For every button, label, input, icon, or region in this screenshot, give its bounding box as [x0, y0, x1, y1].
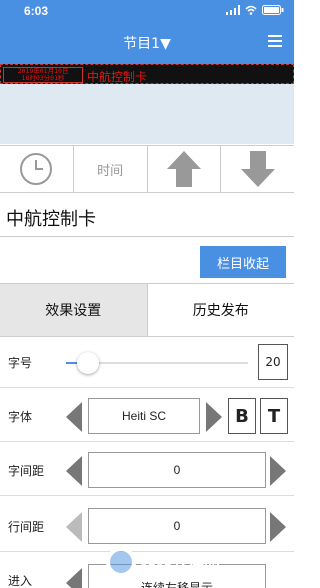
move-up-button[interactable] — [148, 146, 222, 192]
move-down-button[interactable] — [221, 146, 294, 192]
collapse-button[interactable]: 栏目收起 — [200, 246, 286, 278]
watermark-logo: 西西软件园 CR173.COM — [106, 542, 286, 582]
wifi-icon — [245, 5, 257, 15]
led-preview-bar: 2019年01月10日 18时03分01秒 中航控制卡 — [0, 64, 294, 84]
led-time: 18时03分01秒 — [21, 74, 65, 82]
line-spacing-field[interactable]: 0 — [88, 508, 266, 544]
line-spacing-decrease-icon[interactable] — [66, 512, 82, 542]
watermark-sub: CR173.COM — [144, 566, 186, 574]
status-bar: 6:03 — [0, 0, 294, 22]
char-spacing-field[interactable]: 0 — [88, 452, 266, 488]
watermark-g-icon — [106, 547, 136, 577]
clock-icon — [20, 153, 53, 185]
arrow-up-icon — [166, 151, 201, 187]
top-bar: 6:03 节目1▼ — [0, 0, 294, 64]
char-spacing-row: 字间距 0 — [0, 446, 294, 496]
font-family-row: 字体 Heiti SC B T — [0, 392, 294, 442]
font-family-label: 字体 — [8, 410, 33, 424]
font-prev-icon[interactable] — [66, 402, 82, 432]
program-selector[interactable]: 节目1▼ — [0, 33, 294, 53]
led-clock-box: 2019年01月10日 18时03分01秒 — [3, 67, 83, 83]
program-name[interactable]: 中航控制卡 — [6, 205, 96, 231]
line-spacing-increase-icon[interactable] — [270, 512, 286, 542]
tab-effects[interactable]: 效果设置 — [0, 284, 148, 336]
clock-tool-button[interactable] — [0, 146, 74, 192]
italic-button[interactable]: T — [260, 398, 288, 434]
font-size-row: 字号 20 — [0, 338, 294, 388]
time-tool-button[interactable]: 时间 — [74, 146, 148, 192]
hamburger-menu-icon[interactable] — [268, 35, 282, 47]
bold-button[interactable]: B — [228, 398, 256, 434]
status-icons — [226, 5, 284, 15]
divider — [0, 236, 294, 237]
font-next-icon[interactable] — [206, 402, 222, 432]
font-size-slider[interactable] — [66, 352, 248, 374]
char-spacing-increase-icon[interactable] — [270, 456, 286, 486]
led-text: 中航控制卡 — [87, 70, 148, 84]
arrow-down-icon — [240, 151, 275, 187]
char-spacing-decrease-icon[interactable] — [66, 456, 82, 486]
enter-label: 进入 — [8, 574, 33, 588]
enter-prev-icon[interactable] — [66, 568, 82, 588]
slider-knob[interactable] — [76, 352, 99, 374]
char-spacing-label: 字间距 — [8, 464, 45, 478]
line-spacing-label: 行间距 — [8, 520, 45, 534]
font-family-field[interactable]: Heiti SC — [88, 398, 200, 434]
font-size-value[interactable]: 20 — [258, 344, 288, 380]
tab-history[interactable]: 历史发布 — [148, 284, 295, 336]
signal-icon — [226, 5, 240, 15]
battery-icon — [262, 5, 284, 15]
tool-row: 时间 — [0, 145, 294, 193]
status-time: 6:03 — [24, 4, 49, 18]
tab-bar: 效果设置 历史发布 — [0, 283, 294, 337]
font-size-label: 字号 — [8, 356, 33, 370]
